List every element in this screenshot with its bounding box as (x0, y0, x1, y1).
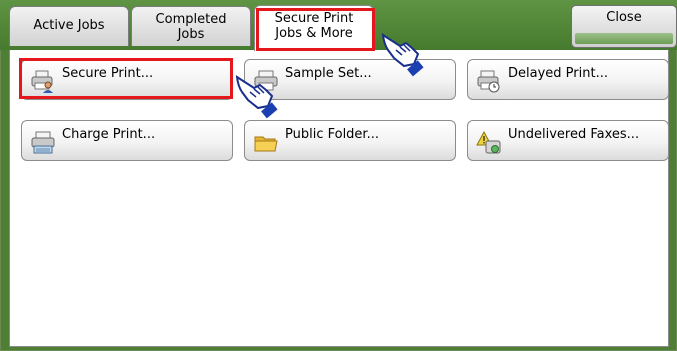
tab-label: Active Jobs (33, 18, 105, 33)
tab-active-jobs[interactable]: Active Jobs (9, 6, 129, 46)
printer-keypad-icon (31, 131, 55, 154)
highlight-secure-print-tab (256, 8, 375, 51)
close-button[interactable]: Close (571, 5, 677, 48)
charge-print-button[interactable]: Charge Print... (21, 120, 233, 161)
close-button-indicator (575, 33, 673, 44)
pointing-hand-icon (235, 75, 278, 119)
close-label: Close (606, 10, 642, 25)
delayed-print-label: Delayed Print... (508, 66, 608, 81)
folder-icon (254, 136, 278, 152)
printer-clock-icon (477, 70, 500, 93)
tab-label-line2: Jobs (177, 27, 205, 42)
public-folder-button[interactable]: Public Folder... (244, 120, 456, 161)
tab-label-line1: Completed (155, 12, 227, 27)
fax-warning-icon (476, 130, 501, 154)
highlight-secure-print-button (19, 58, 233, 99)
pointing-hand-icon (381, 33, 424, 77)
delayed-print-button[interactable]: Delayed Print... (467, 59, 669, 100)
charge-print-label: Charge Print... (62, 127, 156, 142)
undelivered-faxes-label: Undelivered Faxes... (508, 127, 640, 142)
undelivered-faxes-button[interactable]: Undelivered Faxes... (467, 120, 669, 161)
tab-completed-jobs[interactable]: Completed Jobs (131, 6, 251, 46)
public-folder-label: Public Folder... (285, 127, 379, 142)
sample-set-label: Sample Set... (285, 66, 372, 81)
